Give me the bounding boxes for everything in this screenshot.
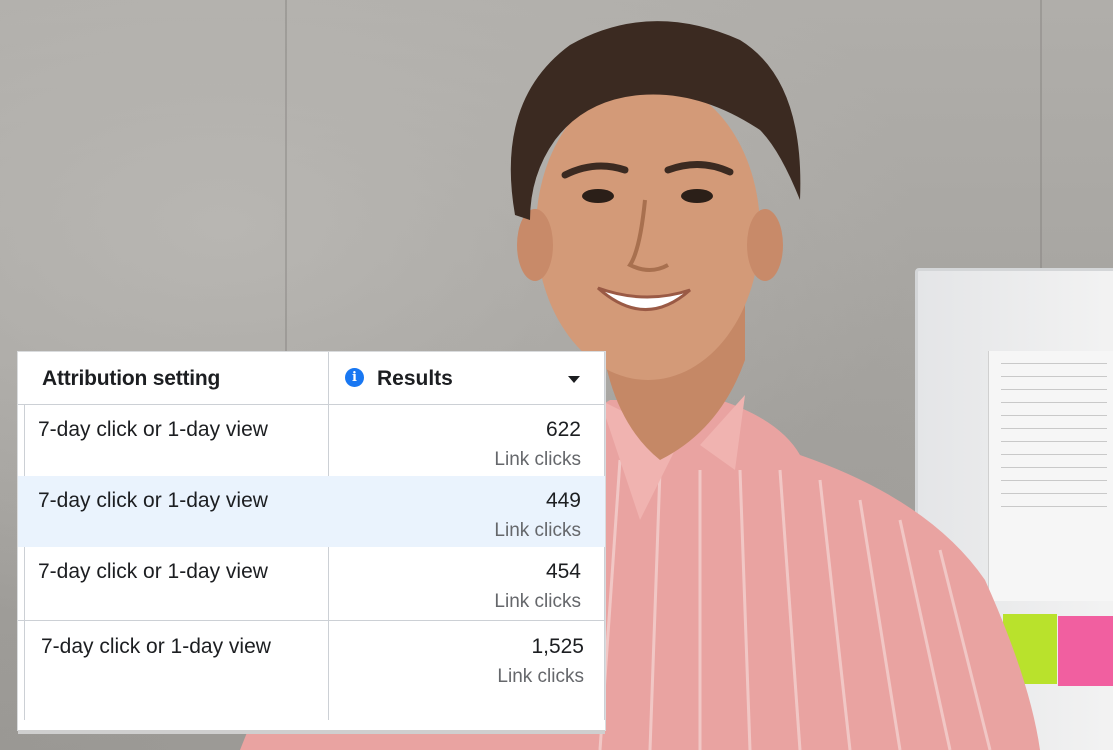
results-unit: Link clicks — [494, 520, 581, 541]
caret-down-icon[interactable] — [568, 376, 580, 383]
attribution-setting-header[interactable]: Attribution setting — [42, 367, 220, 391]
results-value: 622 — [545, 418, 581, 441]
attribution-setting-cell: 7-day click or 1-day view — [41, 635, 271, 658]
results-value: 454 — [545, 560, 581, 583]
attribution-table: Attribution setting i Results 7-day clic… — [18, 352, 605, 730]
results-unit: Link clicks — [494, 449, 581, 470]
info-icon[interactable]: i — [345, 368, 364, 387]
results-header[interactable]: Results — [377, 367, 453, 391]
results-unit: Link clicks — [494, 591, 581, 612]
attribution-setting-cell: 7-day click or 1-day view — [38, 489, 268, 512]
attribution-setting-cell: 7-day click or 1-day view — [38, 418, 268, 441]
attribution-setting-cell: 7-day click or 1-day view — [38, 560, 268, 583]
table-row[interactable]: 7-day click or 1-day view 454 Link click… — [18, 547, 605, 619]
results-value: 1,525 — [531, 635, 584, 658]
table-row[interactable]: 7-day click or 1-day view 622 Link click… — [18, 405, 605, 476]
table-header: Attribution setting i Results — [18, 352, 605, 405]
results-value: 449 — [545, 489, 581, 512]
table-row[interactable]: 7-day click or 1-day view 449 Link click… — [18, 476, 605, 547]
table-row[interactable]: 7-day click or 1-day view 1,525 Link cli… — [18, 621, 605, 720]
results-unit: Link clicks — [497, 666, 584, 687]
